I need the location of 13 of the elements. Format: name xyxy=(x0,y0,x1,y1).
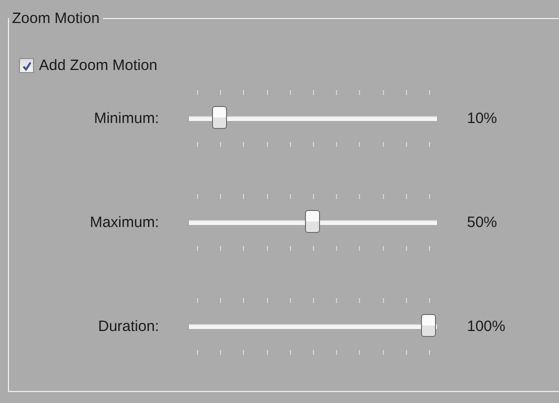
slider-thumb[interactable] xyxy=(305,210,320,233)
slider-value: 50% xyxy=(467,214,498,230)
group-title: Zoom Motion xyxy=(11,10,101,27)
slider-label: Minimum: xyxy=(92,110,159,126)
checkmark-icon xyxy=(22,60,32,70)
slider-thumb[interactable] xyxy=(212,106,228,129)
slider-value: 10% xyxy=(467,110,498,126)
slider-value: 100% xyxy=(467,318,506,334)
slider-thumb[interactable] xyxy=(421,314,436,337)
slider-label: Maximum: xyxy=(88,214,159,230)
slider-label: Duration: xyxy=(97,318,159,334)
add-zoom-motion-checkbox[interactable]: Add Zoom Motion xyxy=(19,57,559,74)
checkbox-box[interactable] xyxy=(19,58,34,73)
